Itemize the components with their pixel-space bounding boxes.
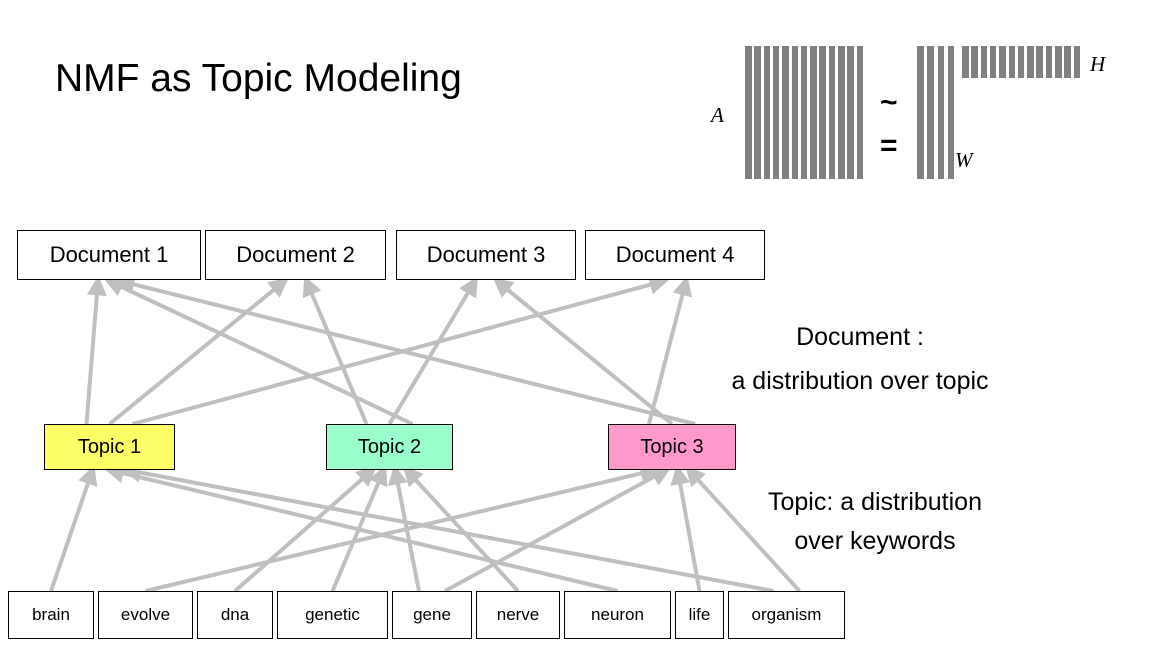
document-note-line-1: Document : — [796, 323, 924, 351]
document-box-4[interactable]: Document 4 — [585, 230, 765, 280]
keyword-box-label: life — [688, 605, 711, 624]
topic-note-line-1: Topic: a distribution — [767, 488, 982, 516]
keyword-box-label: gene — [413, 605, 451, 624]
keyword-box-label: genetic — [305, 605, 360, 624]
topic-box-label: Topic 3 — [640, 435, 704, 458]
keyword-box-9[interactable]: organism — [728, 591, 845, 639]
keyword-box-label: evolve — [120, 605, 171, 624]
keyword-box-label: organism — [751, 605, 822, 624]
document-box-label: Document 2 — [236, 242, 355, 267]
keyword-topic-arrow — [104, 463, 618, 593]
topic-to-document-edges — [84, 274, 696, 426]
keyword-to-topic-edges — [49, 462, 801, 593]
topic-note-line-2: over keywords — [794, 527, 956, 555]
document-note: Document : a distribution over topic — [660, 315, 1060, 403]
keyword-box-8[interactable]: life — [675, 591, 724, 639]
keyword-box-5[interactable]: gene — [392, 591, 472, 639]
keyword-topic-arrow — [402, 465, 520, 593]
document-box-3[interactable]: Document 3 — [396, 230, 576, 280]
keyword-box-7[interactable]: neuron — [564, 591, 671, 639]
topic-document-arrow — [302, 275, 369, 425]
keyword-box-6[interactable]: nerve — [476, 591, 560, 639]
keyword-topic-arrow — [49, 464, 98, 592]
document-box-label: Document 1 — [49, 242, 169, 267]
topic-box-label: Topic 1 — [77, 435, 142, 458]
topic-document-arrow — [84, 275, 107, 425]
keyword-box-3[interactable]: dna — [197, 591, 273, 639]
document-box-2[interactable]: Document 2 — [205, 230, 386, 280]
topic-box-1[interactable]: Topic 1 — [44, 424, 175, 470]
topic-note: Topic: a distribution over keywords — [700, 483, 1050, 561]
keyword-topic-arrow — [330, 464, 388, 592]
slide-canvas: NMF as Topic Modeling A ~ = W H Document… — [0, 0, 1152, 648]
keyword-box-label: dna — [220, 605, 250, 624]
topic-box-2[interactable]: Topic 2 — [326, 424, 453, 470]
keyword-topic-arrow — [233, 466, 377, 593]
document-box-1[interactable]: Document 1 — [17, 230, 201, 280]
topic-box-3[interactable]: Topic 3 — [608, 424, 736, 470]
keyword-box-1[interactable]: brain — [8, 591, 94, 639]
document-box-label: Document 3 — [426, 242, 546, 267]
document-note-line-2: a distribution over topic — [731, 367, 989, 395]
keyword-box-label: brain — [32, 605, 70, 624]
keyword-box-4[interactable]: genetic — [277, 591, 388, 639]
document-box-label: Document 4 — [615, 242, 735, 267]
keyword-box-2[interactable]: evolve — [98, 591, 193, 639]
topic-box-label: Topic 2 — [357, 435, 422, 458]
keyword-box-label: neuron — [591, 605, 644, 624]
keyword-box-label: nerve — [496, 605, 540, 624]
keyword-topic-arrow — [444, 467, 672, 593]
